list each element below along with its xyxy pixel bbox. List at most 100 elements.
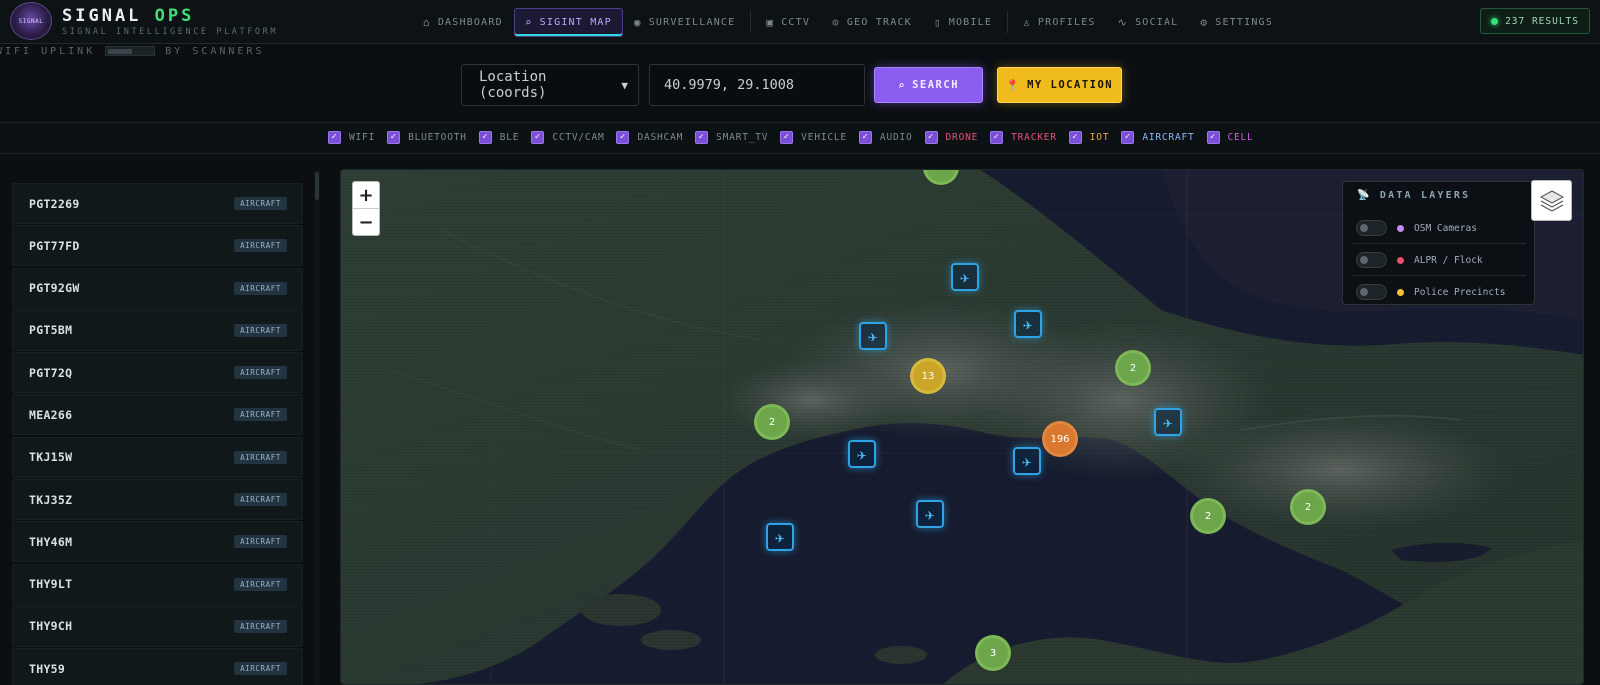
nav-cctv[interactable]: ▣ CCTV xyxy=(755,8,821,37)
data-layers-title: 📡 DATA LAYERS xyxy=(1357,190,1470,201)
nav-surveillance[interactable]: ◉ SURVEILLANCE xyxy=(623,8,746,37)
brand-emblem: SIGNAL xyxy=(10,2,52,40)
aircraft-marker[interactable]: ✈ xyxy=(1014,310,1042,338)
aircraft-marker[interactable]: ✈ xyxy=(766,523,794,551)
layer-osm-cameras[interactable]: OSM Cameras xyxy=(1356,220,1477,236)
filter-dashcam[interactable]: ✓ DASHCAM xyxy=(616,131,683,144)
top-navbar: SIGNAL SIGNAL OPS SIGNAL INTELLIGENCE PL… xyxy=(0,0,1600,44)
aircraft-marker[interactable]: ✈ xyxy=(951,263,979,291)
filter-vehicle[interactable]: ✓ VEHICLE xyxy=(780,131,847,144)
device-callsign: TKJ35Z xyxy=(29,492,73,507)
checkbox-checked-icon[interactable]: ✓ xyxy=(387,131,401,144)
checkbox-checked-icon[interactable]: ✓ xyxy=(478,131,492,144)
list-item[interactable]: PGT2269 AIRCRAFT xyxy=(12,183,303,224)
checkbox-checked-icon[interactable]: ✓ xyxy=(1206,131,1220,144)
list-item[interactable]: THY9CH AIRCRAFT xyxy=(12,605,303,647)
filter-smart-tv[interactable]: ✓ SMART_TV xyxy=(695,131,768,144)
scrollbar-thumb[interactable] xyxy=(315,172,319,200)
nav-dashboard-label: DASHBOARD xyxy=(437,16,503,28)
layers-icon xyxy=(1539,189,1564,212)
checkbox-checked-icon[interactable]: ✓ xyxy=(531,131,545,144)
cluster-marker[interactable]: 196 xyxy=(1042,421,1078,457)
nav-separator xyxy=(1007,11,1009,33)
checkbox-checked-icon[interactable]: ✓ xyxy=(990,131,1004,144)
nav-mobile[interactable]: ▯ MOBILE xyxy=(923,8,1003,37)
zoom-in-button[interactable]: + xyxy=(353,182,379,209)
list-item[interactable]: PGT72Q AIRCRAFT xyxy=(12,352,303,394)
checkbox-checked-icon[interactable]: ✓ xyxy=(616,131,630,144)
brand[interactable]: SIGNAL SIGNAL OPS SIGNAL INTELLIGENCE PL… xyxy=(10,2,278,40)
list-item[interactable]: THY9LT AIRCRAFT xyxy=(12,563,303,605)
checkbox-checked-icon[interactable]: ✓ xyxy=(924,131,938,144)
uplink-bar xyxy=(105,46,156,56)
layer-label: Police Precincts xyxy=(1414,286,1506,298)
nav-profiles[interactable]: ♙ PROFILES xyxy=(1012,8,1107,37)
cluster-marker[interactable]: 3 xyxy=(975,635,1011,671)
list-item[interactable]: PGT5BM AIRCRAFT xyxy=(12,309,303,351)
aircraft-marker[interactable]: ✈ xyxy=(916,500,944,528)
layer-police-precincts[interactable]: Police Precincts xyxy=(1356,284,1506,300)
cluster-marker[interactable]: 2 xyxy=(754,404,790,440)
checkbox-checked-icon[interactable]: ✓ xyxy=(780,131,794,144)
cluster-marker[interactable]: 2 xyxy=(1290,489,1326,525)
nav-dashboard[interactable]: ⌂ DASHBOARD xyxy=(412,8,514,37)
list-item[interactable]: TKJ15W AIRCRAFT xyxy=(12,436,303,478)
filter-cctv-cam[interactable]: ✓ CCTV/CAM xyxy=(531,131,604,144)
filter-ble[interactable]: ✓ BLE xyxy=(478,131,520,144)
checkbox-checked-icon[interactable]: ✓ xyxy=(1121,131,1135,144)
device-type-badge: AIRCRAFT xyxy=(234,323,287,337)
filter-aircraft[interactable]: ✓ AIRCRAFT xyxy=(1121,131,1194,144)
aircraft-marker[interactable]: ✈ xyxy=(1013,447,1041,475)
aircraft-marker[interactable]: ✈ xyxy=(859,322,887,350)
checkbox-checked-icon[interactable]: ✓ xyxy=(695,131,709,144)
list-item[interactable]: THY46M AIRCRAFT xyxy=(12,521,303,563)
filter-bluetooth-label: BLUETOOTH xyxy=(408,132,467,143)
filter-wifi[interactable]: ✓ WIFI xyxy=(328,131,375,144)
checkbox-checked-icon[interactable]: ✓ xyxy=(1068,131,1082,144)
search-mode-select[interactable]: Location (coords) ▼ xyxy=(461,64,639,106)
device-type-badge: AIRCRAFT xyxy=(234,450,287,464)
brand-title: SIGNAL OPS xyxy=(62,6,278,26)
list-item[interactable]: PGT77FD AIRCRAFT xyxy=(12,225,303,267)
sidebar-scrollbar[interactable] xyxy=(314,170,320,685)
layer-alpr-flock[interactable]: ALPR / Flock xyxy=(1356,252,1483,268)
nav-social[interactable]: ∿ SOCIAL xyxy=(1107,8,1190,37)
device-callsign: PGT92GW xyxy=(29,281,80,296)
search-button[interactable]: ⌕ SEARCH xyxy=(874,67,983,103)
layer-toggle[interactable] xyxy=(1356,220,1387,236)
filter-dashcam-label: DASHCAM xyxy=(637,132,684,143)
list-item[interactable]: MEA266 AIRCRAFT xyxy=(12,394,303,436)
nav-settings[interactable]: ⚙ SETTINGS xyxy=(1189,8,1284,37)
cluster-marker[interactable]: 13 xyxy=(910,358,946,394)
aircraft-marker[interactable]: ✈ xyxy=(1154,408,1182,436)
layer-toggle[interactable] xyxy=(1356,252,1387,268)
cluster-marker[interactable]: 2 xyxy=(1190,498,1226,534)
cluster-marker[interactable]: 2 xyxy=(1115,350,1151,386)
sigint-map[interactable]: + − ✈ ✈ ✈ ✈ ✈ ✈ ✈ ✈ 2 13 2 196 2 2 3 📡 D… xyxy=(340,169,1584,685)
magnifier-icon: ⌕ xyxy=(897,78,907,92)
list-item[interactable]: TKJ35Z AIRCRAFT xyxy=(12,479,303,521)
nav-sigint-map[interactable]: ⌕ SIGINT MAP xyxy=(513,7,623,37)
filter-tracker[interactable]: ✓ TRACKER xyxy=(990,131,1057,144)
data-layers-title-text: DATA LAYERS xyxy=(1379,190,1471,201)
aircraft-marker[interactable]: ✈ xyxy=(848,440,876,468)
filter-audio[interactable]: ✓ AUDIO xyxy=(858,131,913,144)
coords-input[interactable] xyxy=(649,64,865,106)
checkbox-checked-icon[interactable]: ✓ xyxy=(328,131,341,144)
filter-drone[interactable]: ✓ DRONE xyxy=(924,131,979,144)
filter-cell[interactable]: ✓ CELL xyxy=(1206,131,1254,144)
filter-bluetooth[interactable]: ✓ BLUETOOTH xyxy=(387,131,467,144)
device-type-badge: AIRCRAFT xyxy=(234,281,287,295)
list-item[interactable]: THY59 AIRCRAFT xyxy=(12,648,303,685)
checkbox-checked-icon[interactable]: ✓ xyxy=(858,131,872,144)
my-location-button[interactable]: 📍 MY LOCATION xyxy=(997,67,1122,103)
layers-toggle-button[interactable] xyxy=(1531,180,1572,221)
list-item[interactable]: PGT92GW AIRCRAFT xyxy=(12,267,303,309)
zoom-out-button[interactable]: − xyxy=(353,209,379,236)
device-callsign: THY46M xyxy=(29,534,73,549)
search-row: Location (coords) ▼ ⌕ SEARCH 📍 MY LOCATI… xyxy=(461,64,1122,106)
nav-geo-track[interactable]: ⊙ GEO TRACK xyxy=(821,8,923,37)
filter-iot[interactable]: ✓ IOT xyxy=(1068,131,1110,144)
layer-toggle[interactable] xyxy=(1356,284,1387,300)
plane-icon: ✈ xyxy=(960,267,970,287)
